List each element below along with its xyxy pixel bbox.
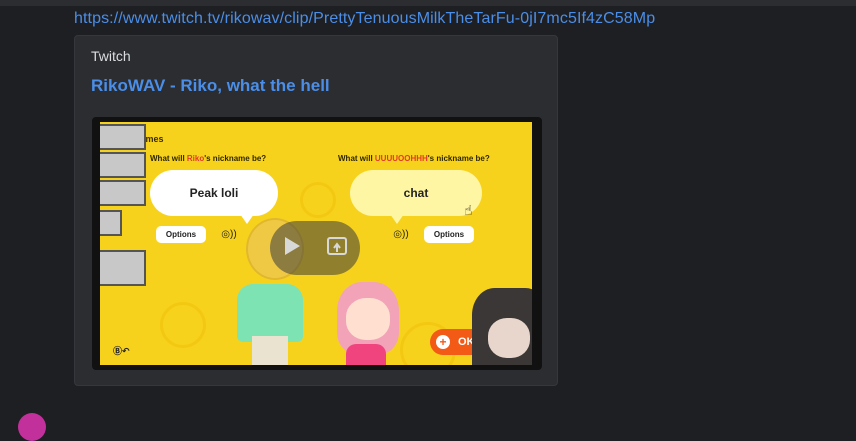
right-question: What will UUUUOOHHH's nickname be? bbox=[338, 154, 490, 163]
popout-icon[interactable] bbox=[326, 236, 348, 261]
right-nickname-bubble: chat bbox=[350, 170, 482, 216]
left-bubble-tail bbox=[240, 214, 254, 224]
plus-icon: + bbox=[436, 335, 450, 349]
left-character-legs bbox=[252, 336, 288, 365]
embed-title-link[interactable]: RikoWAV - Riko, what the hell bbox=[91, 76, 330, 96]
back-hint: Ⓑ↶ bbox=[113, 346, 130, 356]
stacked-card bbox=[100, 250, 146, 286]
video-player[interactable]: Nicknames What will Riko's nickname be? … bbox=[92, 117, 542, 370]
decor-ring bbox=[300, 182, 336, 218]
left-voice-icon[interactable]: ◎)) bbox=[220, 228, 238, 242]
streamer-face bbox=[488, 318, 530, 358]
pink-character-face bbox=[346, 298, 390, 340]
clip-link[interactable]: https://www.twitch.tv/rikowav/clip/Prett… bbox=[74, 10, 655, 28]
video-thumbnail: Nicknames What will Riko's nickname be? … bbox=[100, 122, 532, 365]
stacked-card bbox=[100, 152, 146, 178]
embed-provider: Twitch bbox=[91, 48, 131, 64]
play-overlay[interactable] bbox=[270, 221, 360, 275]
left-nickname-text: Peak loli bbox=[189, 186, 239, 200]
right-options-button[interactable]: Options bbox=[424, 226, 474, 243]
left-nickname-bubble: Peak loli bbox=[150, 170, 278, 216]
right-nickname-text: chat bbox=[403, 186, 429, 200]
left-question: What will Riko's nickname be? bbox=[150, 154, 267, 163]
decor-ring bbox=[160, 302, 206, 348]
next-message-avatar[interactable] bbox=[18, 413, 46, 441]
right-voice-icon[interactable]: ◎)) bbox=[392, 228, 410, 242]
left-character-body bbox=[237, 284, 303, 342]
stacked-card bbox=[100, 210, 122, 236]
play-icon[interactable] bbox=[282, 235, 302, 262]
left-options-button[interactable]: Options bbox=[156, 226, 206, 243]
hand-cursor-icon: ☝ bbox=[464, 202, 473, 218]
stacked-card bbox=[100, 180, 146, 206]
pink-character-body bbox=[346, 344, 386, 365]
top-divider bbox=[0, 0, 856, 6]
right-bubble-tail bbox=[390, 214, 404, 224]
stacked-card bbox=[100, 124, 146, 150]
link-embed: Twitch RikoWAV - Riko, what the hell Nic… bbox=[74, 35, 558, 386]
